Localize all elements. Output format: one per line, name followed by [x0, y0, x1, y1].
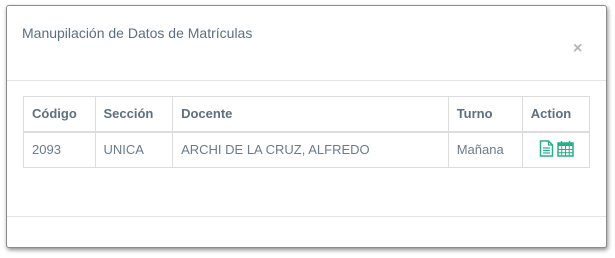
cell-seccion: UNICA	[94, 131, 174, 168]
column-header-turno: Turno	[447, 96, 523, 133]
column-header-action: Action	[521, 96, 591, 133]
enrollment-table: Código Sección Docente Turno Action 2093…	[23, 96, 591, 168]
modal-title: Manupilación de Datos de Matrículas	[22, 25, 253, 41]
column-header-codigo: Código	[23, 96, 96, 133]
close-button[interactable]: ×	[573, 41, 582, 57]
document-icon[interactable]	[539, 140, 554, 157]
modal-dialog: Manupilación de Datos de Matrículas × Có…	[6, 5, 607, 248]
column-header-docente: Docente	[172, 96, 449, 133]
footer-divider	[7, 216, 606, 217]
table-row: 2093 UNICA ARCHI DE LA CRUZ, ALFREDO Mañ…	[23, 131, 591, 168]
calendar-icon[interactable]	[557, 140, 574, 157]
column-header-seccion: Sección	[94, 96, 174, 133]
row-actions	[539, 140, 574, 157]
cell-turno: Mañana	[447, 131, 523, 168]
cell-codigo: 2093	[23, 131, 96, 168]
cell-docente: ARCHI DE LA CRUZ, ALFREDO	[172, 131, 449, 168]
header-divider	[7, 80, 606, 81]
table-header-row: Código Sección Docente Turno Action	[23, 96, 591, 133]
cell-action	[521, 131, 591, 168]
